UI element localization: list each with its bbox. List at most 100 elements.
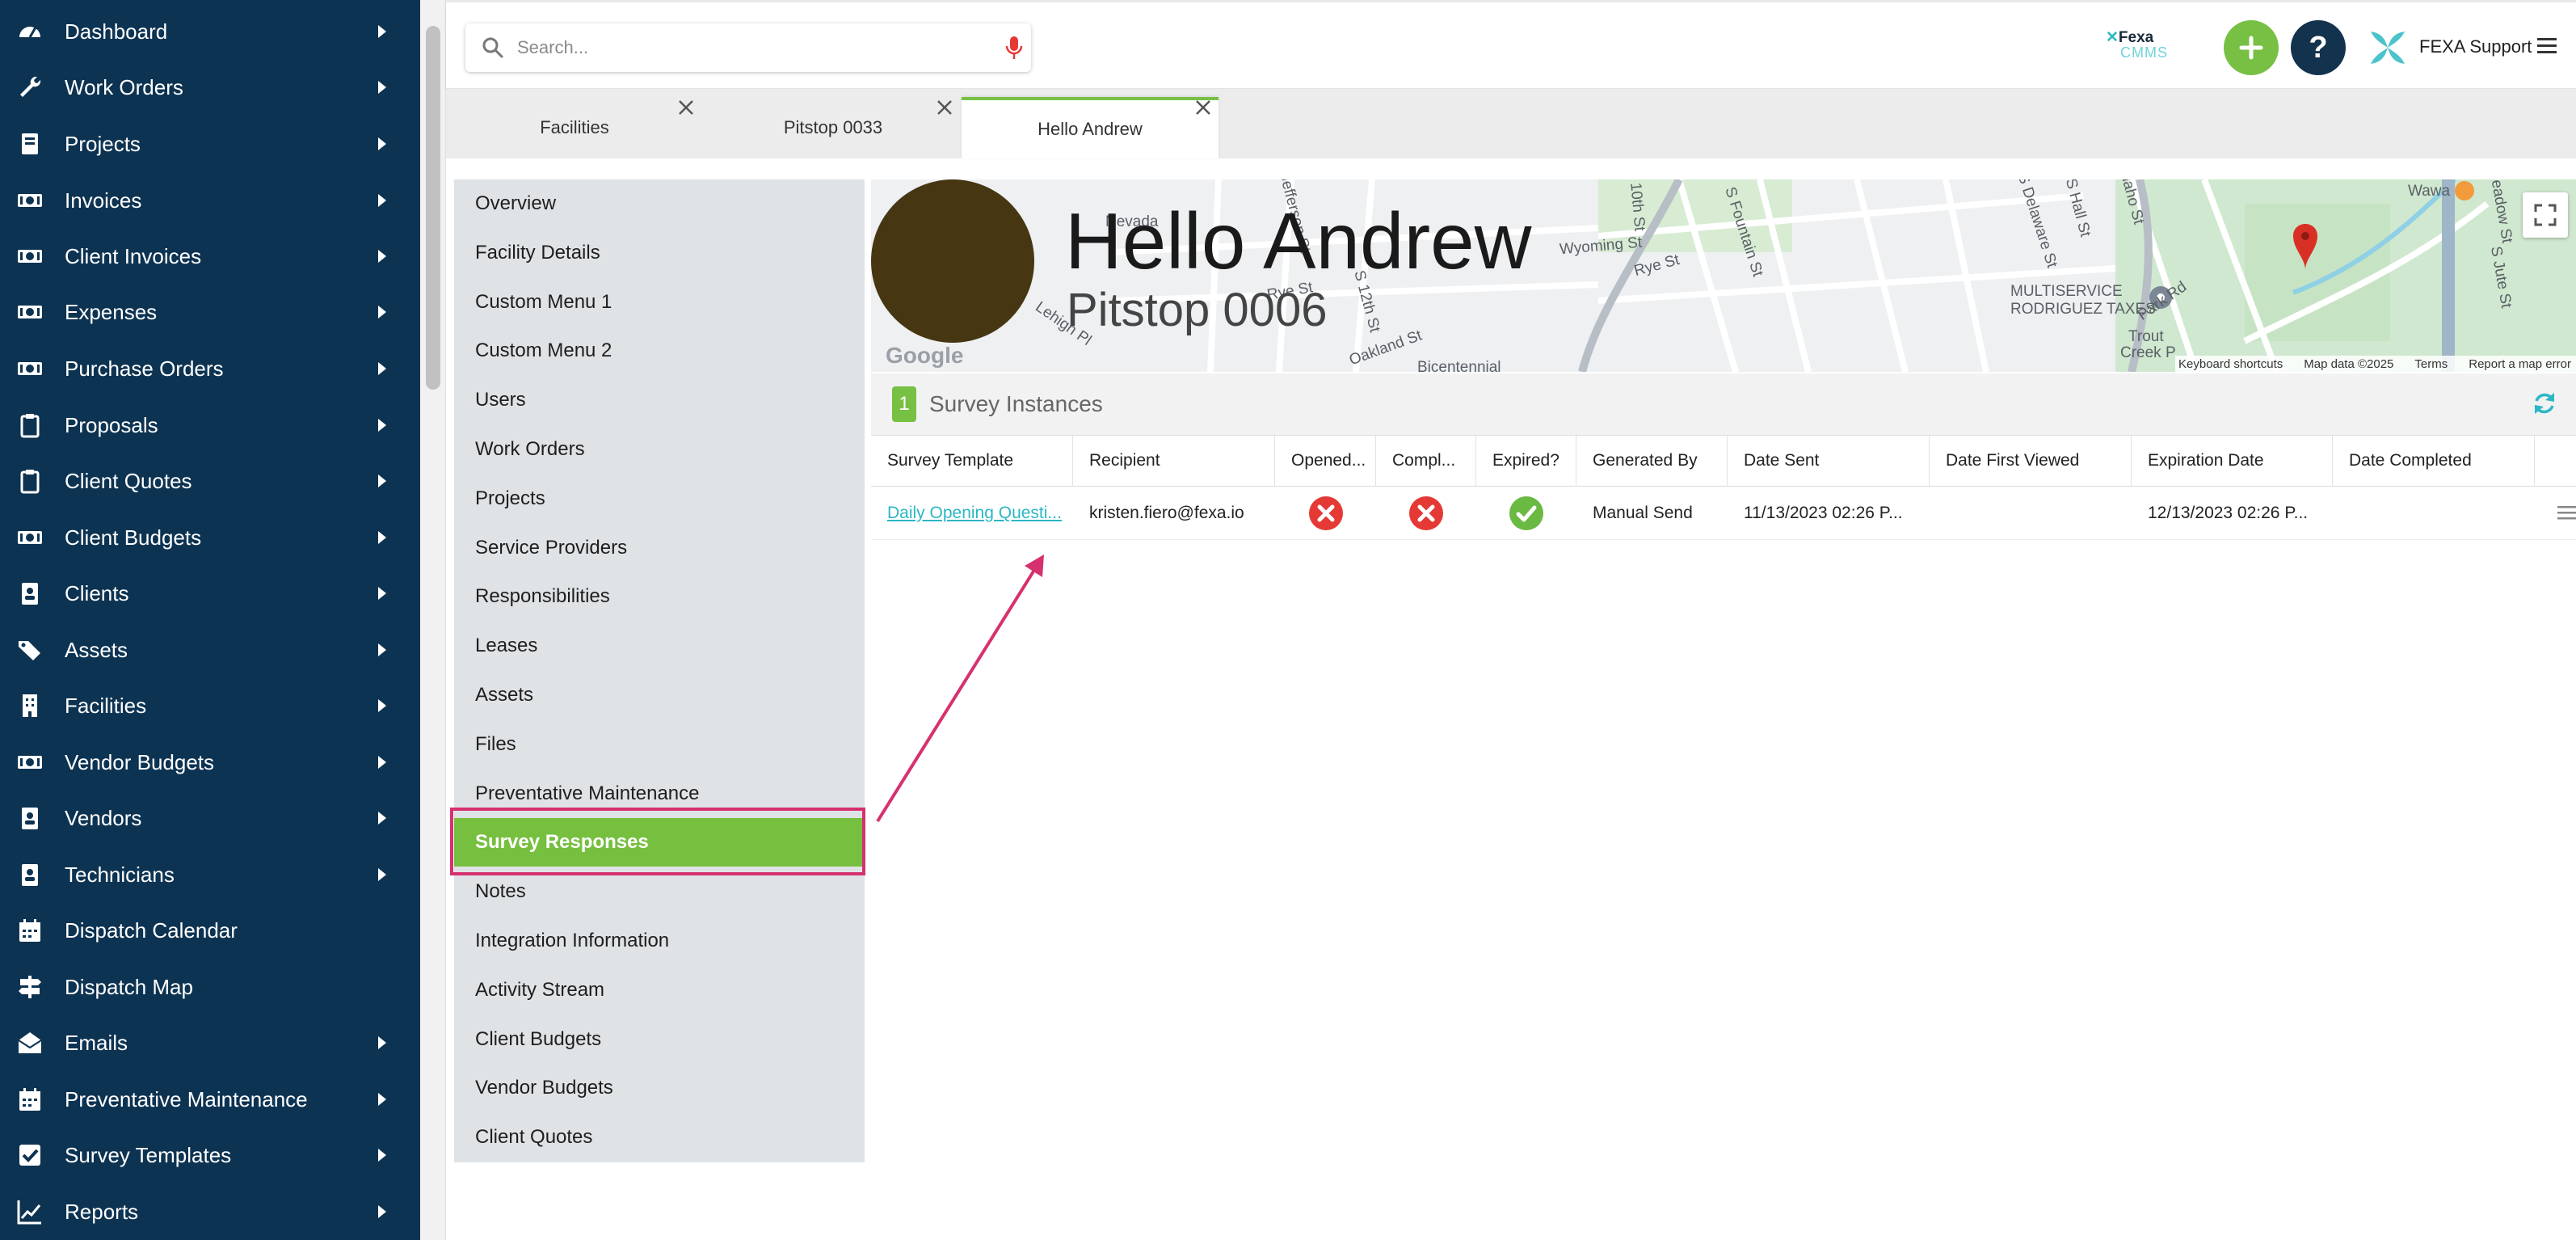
column-header-date-completed[interactable]: Date Completed <box>2333 436 2535 486</box>
sidebar-item-survey-templates[interactable]: Survey Templates <box>0 1131 420 1179</box>
check-circle-icon <box>1509 496 1543 530</box>
search-input[interactable] <box>517 33 970 62</box>
caret-right-icon <box>378 643 386 656</box>
sidebar-item-vendors[interactable]: Vendors <box>0 794 420 842</box>
sidebar-scrollbar[interactable] <box>420 0 446 1240</box>
hamburger-menu-icon[interactable] <box>2536 35 2558 57</box>
sidebar-item-client-budgets[interactable]: Client Budgets <box>0 513 420 562</box>
org-logo-icon <box>2371 32 2405 64</box>
column-header-date-first-viewed[interactable]: Date First Viewed <box>1930 436 2132 486</box>
search-icon <box>482 37 503 58</box>
global-search[interactable] <box>465 23 1031 72</box>
row-menu-icon[interactable] <box>2557 504 2576 521</box>
column-header-recipient[interactable]: Recipient <box>1073 436 1275 486</box>
facility-menu-item-vendor-budgets[interactable]: Vendor Budgets <box>454 1064 865 1112</box>
tab-bar: Facilities Pitstop 0033 Hello Andrew <box>446 89 2576 158</box>
sidebar-item-preventative-maintenance[interactable]: Preventative Maintenance <box>0 1075 420 1124</box>
sidebar-item-purchase-orders[interactable]: Purchase Orders <box>0 344 420 393</box>
sidebar-item-client-invoices[interactable]: Client Invoices <box>0 232 420 280</box>
calendar-icon <box>15 915 45 946</box>
sidebar-item-clients[interactable]: Clients <box>0 569 420 618</box>
facility-menu-item-projects[interactable]: Projects <box>454 474 865 523</box>
facility-menu-item-files[interactable]: Files <box>454 720 865 769</box>
sidebar-item-invoices[interactable]: Invoices <box>0 176 420 225</box>
sidebar-item-vendor-budgets[interactable]: Vendor Budgets <box>0 738 420 787</box>
page-title: Hello Andrew <box>1065 196 1532 285</box>
tab-pitstop-0033[interactable]: Pitstop 0033 <box>705 97 962 158</box>
close-icon[interactable] <box>1194 99 1212 116</box>
calendar-icon <box>15 1084 45 1115</box>
facility-menu-item-overview[interactable]: Overview <box>454 179 865 228</box>
x-circle-icon <box>1308 496 1343 530</box>
facility-menu-item-client-quotes[interactable]: Client Quotes <box>454 1113 865 1162</box>
facility-avatar[interactable] <box>871 179 1034 343</box>
tab-hello-andrew[interactable]: Hello Andrew <box>962 97 1219 158</box>
facility-menu-item-custom-menu-1[interactable]: Custom Menu 1 <box>454 278 865 327</box>
sidebar-item-label: Client Budgets <box>65 525 202 550</box>
column-header-generated-by[interactable]: Generated By <box>1576 436 1728 486</box>
facility-menu-item-integration-information[interactable]: Integration Information <box>454 917 865 965</box>
column-header-date-sent[interactable]: Date Sent <box>1728 436 1930 486</box>
sidebar-item-dispatch-calendar[interactable]: Dispatch Calendar <box>0 906 420 955</box>
add-button[interactable] <box>2224 20 2279 75</box>
survey-template-link[interactable]: Daily Opening Questi... <box>887 504 1062 523</box>
sidebar-item-proposals[interactable]: Proposals <box>0 401 420 449</box>
map-report-error-link[interactable]: Report a map error <box>2469 357 2571 371</box>
logo-product: CMMS <box>2120 44 2168 61</box>
facility-menu-item-users[interactable]: Users <box>454 376 865 424</box>
column-header-survey-template[interactable]: Survey Template <box>871 436 1073 486</box>
caret-right-icon <box>378 756 386 769</box>
tab-facilities[interactable]: Facilities <box>446 97 703 158</box>
facility-menu-item-facility-details[interactable]: Facility Details <box>454 229 865 277</box>
facility-menu-item-activity-stream[interactable]: Activity Stream <box>454 966 865 1014</box>
sidebar-item-client-quotes[interactable]: Client Quotes <box>0 457 420 505</box>
sidebar-item-facilities[interactable]: Facilities <box>0 681 420 730</box>
microphone-icon[interactable] <box>1002 35 1026 61</box>
column-header-expired[interactable]: Expired? <box>1476 436 1576 486</box>
facility-menu-item-assets[interactable]: Assets <box>454 671 865 719</box>
facility-menu-item-leases[interactable]: Leases <box>454 622 865 670</box>
sidebar-item-emails[interactable]: Emails <box>0 1019 420 1067</box>
close-icon[interactable] <box>936 99 953 116</box>
facility-menu-item-responsibilities[interactable]: Responsibilities <box>454 572 865 621</box>
facility-menu: Overview Facility Details Custom Menu 1 Cus… <box>454 179 865 1162</box>
survey-instances-panel: 1 Survey Instances Survey Template Recip… <box>871 373 2576 1240</box>
caret-right-icon <box>378 531 386 544</box>
close-icon[interactable] <box>677 99 695 116</box>
sidebar-scrollbar-thumb[interactable] <box>426 26 440 390</box>
map-terms-link[interactable]: Terms <box>2414 357 2448 371</box>
refresh-icon[interactable] <box>2531 390 2558 417</box>
sidebar-item-reports[interactable]: Reports <box>0 1187 420 1236</box>
sidebar-item-technicians[interactable]: Technicians <box>0 850 420 899</box>
facility-menu-item-work-orders[interactable]: Work Orders <box>454 425 865 474</box>
sidebar-item-dispatch-map[interactable]: Dispatch Map <box>0 963 420 1011</box>
building-icon <box>15 690 45 721</box>
tab-label: Pitstop 0033 <box>783 117 883 137</box>
fexa-cmms-logo[interactable]: ✕Fexa CMMS <box>2106 28 2178 65</box>
facility-menu-item-custom-menu-2[interactable]: Custom Menu 2 <box>454 327 865 375</box>
org-name[interactable]: FEXA Support <box>2419 36 2532 57</box>
panel-header: 1 Survey Instances <box>871 373 2576 435</box>
map-footer: Keyboard shortcuts Map data ©2025 Terms … <box>2175 356 2576 372</box>
column-header-opened[interactable]: Opened... <box>1275 436 1376 486</box>
facility-menu-item-client-budgets[interactable]: Client Budgets <box>454 1015 865 1064</box>
sidebar-item-work-orders[interactable]: Work Orders <box>0 63 420 112</box>
caret-right-icon <box>378 868 386 881</box>
contact-card-icon <box>15 578 45 609</box>
facility-menu-item-service-providers[interactable]: Service Providers <box>454 524 865 572</box>
map-fullscreen-button[interactable] <box>2523 192 2568 238</box>
table-row[interactable]: Daily Opening Questi... kristen.fiero@fe… <box>871 487 2576 540</box>
map-keyboard-shortcuts-link[interactable]: Keyboard shortcuts <box>2178 357 2283 371</box>
sidebar-item-label: Technicians <box>65 862 175 887</box>
sidebar-item-expenses[interactable]: Expenses <box>0 288 420 336</box>
caret-right-icon <box>378 587 386 600</box>
sidebar-item-dashboard[interactable]: Dashboard <box>0 7 420 56</box>
caret-right-icon <box>378 812 386 825</box>
sidebar-item-projects[interactable]: Projects <box>0 120 420 168</box>
sidebar-item-assets[interactable]: Assets <box>0 626 420 674</box>
column-header-completed[interactable]: Compl... <box>1376 436 1476 486</box>
sidebar-item-label: Invoices <box>65 188 142 213</box>
sidebar-item-label: Client Quotes <box>65 468 192 493</box>
help-button[interactable]: ? <box>2291 20 2346 75</box>
column-header-expiration-date[interactable]: Expiration Date <box>2132 436 2333 486</box>
